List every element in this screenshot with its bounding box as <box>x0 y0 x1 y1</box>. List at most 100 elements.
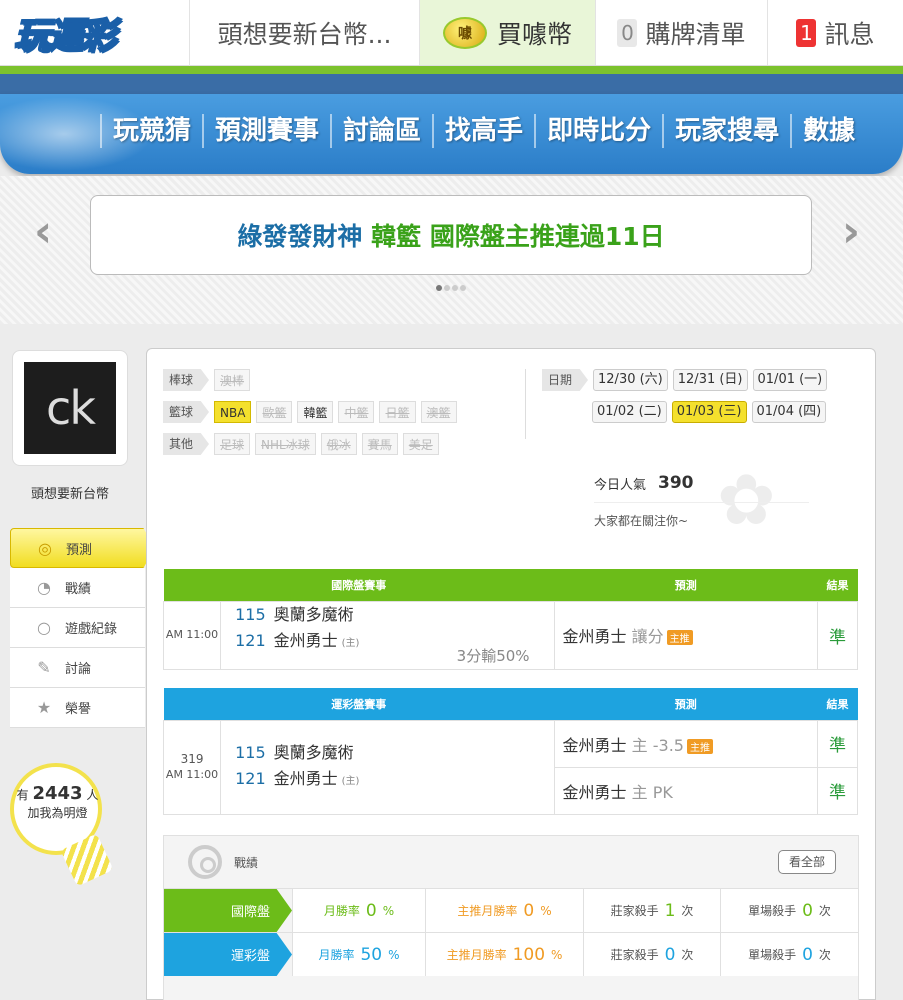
prediction: 金州勇士 讓分 主推 <box>553 600 818 670</box>
game-teams[interactable]: 115 奧蘭多魔術 121 金州勇士 (主) 3分輸50% <box>220 600 555 670</box>
league-tag[interactable]: 中籃 <box>338 401 375 423</box>
ring-icon: ○ <box>37 618 51 637</box>
record-row-local: 運彩盤 月勝率 50% 主推月勝率 100% 莊家殺手 0 次 單場殺手 0 次 <box>164 932 858 976</box>
target-icon: ◎ <box>38 538 52 558</box>
prediction: 金州勇士 主 PK <box>553 766 818 815</box>
league-tag[interactable]: 澳棒 <box>214 369 251 391</box>
league-tag[interactable]: 歐籃 <box>256 401 293 423</box>
filter-divider <box>525 369 526 439</box>
view-all-button[interactable]: 看全部 <box>777 850 836 874</box>
fans-counter[interactable]: 有 2443 人 加我為明燈 <box>0 785 115 822</box>
record-row-label: 國際盤 <box>164 889 292 932</box>
date-tag[interactable]: 01/04 (四) <box>751 401 827 423</box>
category-basketball: 籃球 <box>163 401 210 423</box>
nav-top-stripe <box>0 74 903 96</box>
cart-count: 0 <box>617 18 638 47</box>
category-other: 其他 <box>163 433 210 455</box>
coin-icon: 噱 <box>442 16 487 49</box>
site-logo[interactable]: 玩運彩 <box>0 0 190 66</box>
menu-record[interactable]: ◔ 戰績 <box>10 568 145 608</box>
popularity-divider <box>594 502 809 503</box>
game-time: 319 AM 11:00 <box>162 719 222 815</box>
avatar-frame: ck <box>12 350 128 466</box>
main-nav: 玩競猜 預測賽事 討論區 找高手 即時比分 玩家搜尋 數據 <box>0 94 903 174</box>
menu-game-log[interactable]: ○ 遊戲紀錄 <box>10 608 145 648</box>
record-title: 戰績 <box>234 855 259 870</box>
league-tag[interactable]: NHL冰球 <box>255 433 316 455</box>
date-row-2: 01/02 (二) 01/03 (三) 01/04 (四) <box>592 401 827 423</box>
league-tag[interactable]: 日籃 <box>379 401 416 423</box>
menu-discuss[interactable]: ✎ 討論 <box>10 648 145 688</box>
game-time: AM 11:00 <box>162 600 222 670</box>
date-row-1: 日期 12/30 (六) 12/31 (日) 01/01 (一) <box>542 369 828 391</box>
profile-menu: ◎ 預測 ◔ 戰績 ○ 遊戲紀錄 ✎ 討論 ★ 榮譽 <box>10 528 155 728</box>
nav-data[interactable]: 數據 <box>790 114 866 148</box>
banner-prev-arrow-icon[interactable]: ‹ <box>34 206 52 257</box>
cart-button[interactable]: 0 購牌清單 <box>596 0 768 65</box>
avatar[interactable]: ck <box>24 362 116 454</box>
nav-predict[interactable]: 預測賽事 <box>202 114 330 148</box>
profile-username: 頭想要新台幣 <box>30 487 109 502</box>
watch-text: 大家都在關注你~ <box>594 514 689 528</box>
banner-dot[interactable] <box>436 285 442 291</box>
record-row-label: 運彩盤 <box>164 933 292 976</box>
popularity: 今日人氣 390 <box>594 473 694 493</box>
date-tag[interactable]: 01/02 (二) <box>592 401 667 423</box>
intl-result-header: 結果 <box>817 569 858 601</box>
banner-dot[interactable] <box>452 285 458 291</box>
intl-header: 國際盤賽事 <box>163 569 555 601</box>
game-teams[interactable]: 115 奧蘭多魔術 121 金州勇士 (主) <box>220 719 555 815</box>
filter-basketball: 籃球 NBA 歐籃 韓籃 中籃 日籃 澳籃 <box>163 401 457 423</box>
date-tag[interactable]: 01/01 (一) <box>752 369 828 391</box>
league-tag[interactable]: 美足 <box>402 433 439 455</box>
banner-dot[interactable] <box>460 285 466 291</box>
filter-other: 其他 足球 NHL冰球 俄冰 賽馬 美足 <box>163 433 439 455</box>
messages-button[interactable]: 1 訊息 <box>768 0 903 65</box>
profile-sidebar: ck 頭想要新台幣 ◎ 預測 ◔ 戰績 ○ 遊戲紀錄 ✎ 討論 ★ 榮譽 有 2… <box>0 345 155 1000</box>
result: 準 <box>816 600 859 670</box>
result: 準 <box>816 766 859 815</box>
league-tag[interactable]: NBA <box>214 401 252 423</box>
promo-banner[interactable]: 綠發發財神 韓籃 國際盤主推連過11日 <box>90 195 812 275</box>
category-baseball: 棒球 <box>163 369 210 391</box>
edit-icon: ✎ <box>37 658 51 677</box>
record-row-intl: 國際盤 月勝率 0% 主推月勝率 0% 莊家殺手 1 次 單場殺手 0 次 <box>164 888 858 932</box>
local-game-table: 運彩盤賽事 預測 結果 319 AM 11:00 115 奧蘭多魔術 121 金州勇… <box>162 688 859 815</box>
message-count: 1 <box>796 18 817 47</box>
nav-guess[interactable]: 玩競猜 <box>100 114 202 148</box>
intl-pred-header: 預測 <box>554 569 818 601</box>
nav-player-search[interactable]: 玩家搜尋 <box>662 114 790 148</box>
nav-experts[interactable]: 找高手 <box>432 114 534 148</box>
local-result-header: 結果 <box>817 688 858 720</box>
league-tag[interactable]: 足球 <box>214 433 251 455</box>
banner-pager <box>436 285 466 291</box>
prediction: 金州勇士 主 -3.5 主推 <box>553 719 818 768</box>
nav-forum[interactable]: 討論區 <box>330 114 432 148</box>
prediction-panel: 棒球 澳棒 籃球 NBA 歐籃 韓籃 中籃 日籃 澳籃 其他 足球 NHL冰球 … <box>146 348 876 1000</box>
menu-honor[interactable]: ★ 榮譽 <box>10 688 145 728</box>
date-tag[interactable]: 12/30 (六) <box>593 369 668 391</box>
league-tag[interactable]: 俄冰 <box>320 433 357 455</box>
league-tag[interactable]: 澳籃 <box>420 401 457 423</box>
record-icon: ◔ <box>37 578 51 597</box>
top-accent-bar <box>0 66 903 74</box>
result: 準 <box>816 719 859 768</box>
nav-live-score[interactable]: 即時比分 <box>534 114 662 148</box>
banner-dot[interactable] <box>444 285 450 291</box>
record-target-icon <box>188 845 222 879</box>
local-pred-header: 預測 <box>554 688 818 720</box>
date-label: 日期 <box>542 369 589 391</box>
banner-next-arrow-icon[interactable]: › <box>842 206 860 257</box>
date-tag-selected[interactable]: 01/03 (三) <box>671 401 747 423</box>
intl-game-table: 國際盤賽事 預測 結果 AM 11:00 115 奧蘭多魔術 121 金州勇士 (主)… <box>162 569 859 670</box>
mascot-watermark-icon: ✿ <box>717 459 776 541</box>
league-tag[interactable]: 賽馬 <box>361 433 398 455</box>
league-tag[interactable]: 韓籃 <box>297 401 334 423</box>
date-tag[interactable]: 12/31 (日) <box>672 369 748 391</box>
main-pick-badge: 主推 <box>666 630 693 645</box>
buy-coins-button[interactable]: 噱 買噱幣 <box>420 0 596 65</box>
local-header: 運彩盤賽事 <box>163 688 555 720</box>
filter-baseball: 棒球 澳棒 <box>163 369 251 391</box>
user-menu[interactable]: 頭想要新台幣... <box>190 0 420 65</box>
menu-predict[interactable]: ◎ 預測 <box>10 528 155 568</box>
